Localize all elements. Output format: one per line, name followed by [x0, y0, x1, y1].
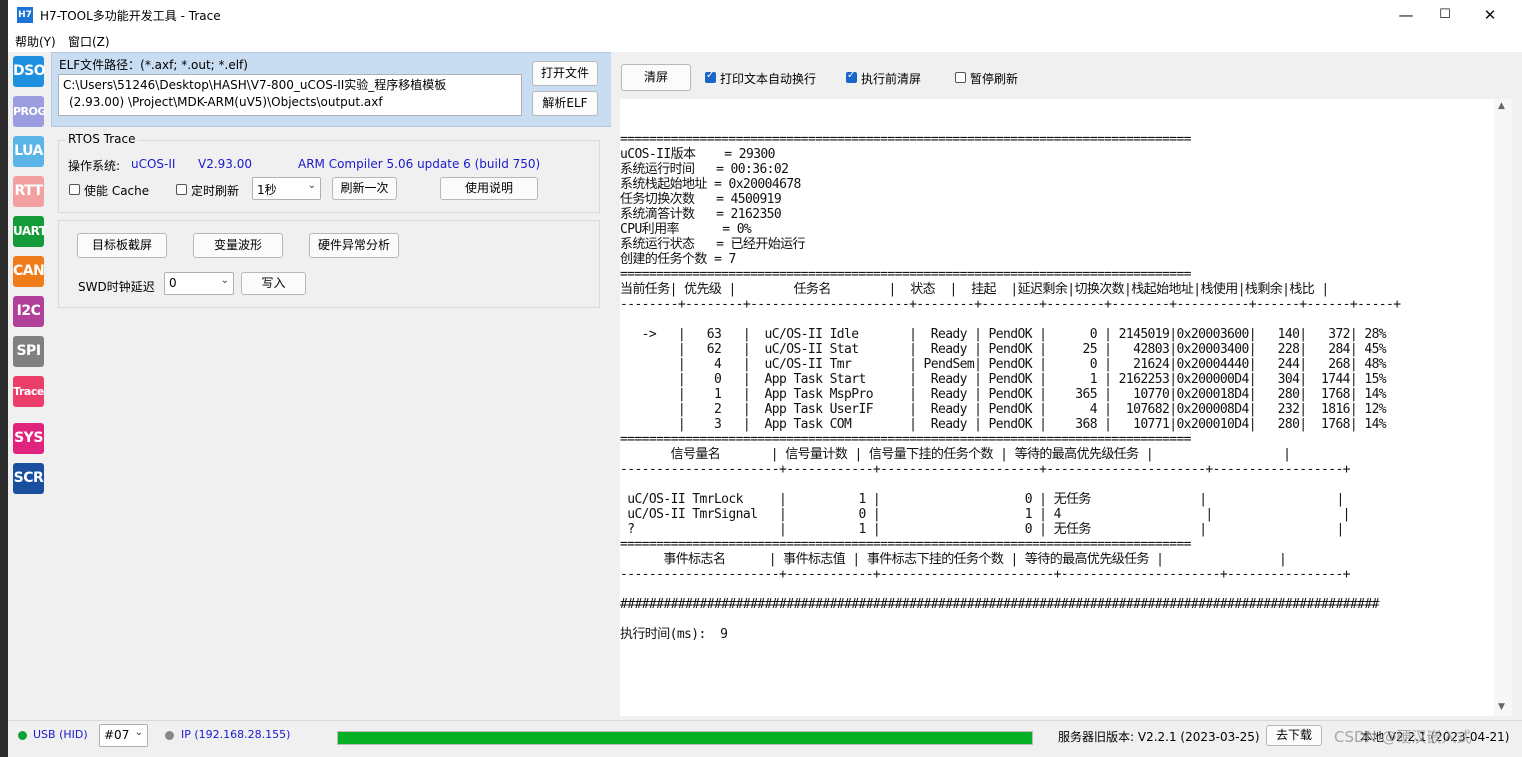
- os-name: uCOS-II: [131, 157, 176, 171]
- sidebar-trace-button[interactable]: Trace: [13, 376, 44, 407]
- parse-elf-button[interactable]: 解析ELF: [532, 91, 598, 116]
- timer-refresh-label: 定时刷新: [191, 184, 240, 198]
- window-title: H7-TOOL多功能开发工具 - Trace: [40, 9, 221, 23]
- menu-window[interactable]: 窗口(Z): [68, 33, 110, 50]
- elf-path-line2: (2.93.00) \Project\MDK-ARM(uV5)\Objects\…: [69, 95, 383, 109]
- usb-status-label: USB (HID): [33, 728, 88, 741]
- sidebar-dso-button[interactable]: DSO: [13, 56, 46, 87]
- progress-fill: [338, 732, 1032, 744]
- app-window: H7 H7-TOOL多功能开发工具 - Trace — ☐ ✕ 帮助(Y) 窗口…: [8, 0, 1522, 757]
- progress-bar: [337, 731, 1033, 745]
- variable-waveform-button[interactable]: 变量波形: [193, 233, 283, 258]
- sidebar-spi-button[interactable]: SPI: [13, 336, 44, 367]
- trace-output-text: ========================================…: [620, 132, 1401, 642]
- refresh-interval-value: 1秒: [257, 183, 277, 197]
- download-button[interactable]: 去下载: [1266, 725, 1322, 746]
- chevron-down-icon: ⌄: [307, 180, 316, 191]
- scroll-down-icon[interactable]: ▼: [1498, 702, 1505, 712]
- elf-file-section: ELF文件路径：(*.axf; *.out; *.elf) C:\Users\5…: [51, 52, 612, 127]
- elf-path-line1: C:\Users\51246\Desktop\HASH\V7-800_uCOS-…: [63, 78, 447, 92]
- app-logo-icon: H7: [17, 7, 33, 23]
- sidebar-prog-button[interactable]: PROG: [13, 96, 46, 127]
- sidebar-lua-button[interactable]: LUA: [13, 136, 44, 167]
- ip-status-label: IP (192.168.28.155): [181, 728, 291, 741]
- usb-status-icon: [18, 731, 27, 740]
- server-version-label: 服务器旧版本: V2.2.1 (2023-03-25): [1058, 730, 1260, 744]
- pause-refresh-label: 暂停刷新: [970, 72, 1019, 86]
- scroll-up-icon[interactable]: ▲: [1498, 101, 1505, 111]
- clear-before-checkbox[interactable]: [846, 70, 857, 83]
- clear-before-label: 执行前清屏: [861, 72, 922, 86]
- menu-bar: 帮助(Y) 窗口(Z): [8, 30, 1522, 53]
- cache-label: 使能 Cache: [84, 184, 150, 198]
- menu-help[interactable]: 帮助(Y): [15, 33, 56, 50]
- elf-path-field[interactable]: C:\Users\51246\Desktop\HASH\V7-800_uCOS-…: [58, 74, 522, 116]
- hardfault-analysis-button[interactable]: 硬件异常分析: [309, 233, 399, 258]
- rtos-trace-title: RTOS Trace: [65, 132, 139, 146]
- sidebar-scr-button[interactable]: SCR: [13, 463, 44, 494]
- pause-refresh-checkbox[interactable]: [955, 72, 966, 83]
- timer-refresh-checkbox[interactable]: [176, 184, 187, 195]
- target-screenshot-button[interactable]: 目标板截屏: [77, 233, 167, 258]
- sidebar-uart-button[interactable]: UART: [13, 216, 47, 247]
- maximize-button[interactable]: ☐: [1422, 0, 1468, 30]
- swd-delay-label: SWD时钟延迟: [78, 280, 155, 294]
- tools-group: 目标板截屏 变量波形 硬件异常分析 SWD时钟延迟 0 ⌄ 写入: [58, 220, 600, 308]
- chevron-down-icon: ⌄: [220, 275, 229, 286]
- swd-delay-value: 0: [169, 276, 177, 290]
- sidebar-can-button[interactable]: CAN: [13, 256, 45, 287]
- sidebar-sys-button[interactable]: SYS: [13, 423, 44, 454]
- elf-path-label: ELF文件路径：(*.axf; *.out; *.elf): [59, 58, 248, 72]
- chevron-down-icon: ⌄: [134, 727, 143, 738]
- title-bar: H7 H7-TOOL多功能开发工具 - Trace — ☐ ✕: [8, 0, 1522, 30]
- sidebar-rtt-button[interactable]: RTT: [13, 176, 44, 207]
- status-bar: USB (HID) #07 ⌄ IP (192.168.28.155) 服务器旧…: [8, 720, 1522, 750]
- refresh-interval-select[interactable]: 1秒 ⌄: [252, 177, 321, 200]
- auto-wrap-label: 打印文本自动换行: [720, 72, 817, 86]
- device-value: #07: [104, 728, 130, 742]
- rtos-trace-group: RTOS Trace 操作系统: uCOS-II V2.93.00 ARM Co…: [58, 132, 600, 213]
- open-file-button[interactable]: 打开文件: [532, 61, 598, 86]
- vertical-scrollbar[interactable]: ▲ ▼: [1494, 99, 1512, 716]
- tool-sidebar: DSO PROG LUA RTT UART CAN I2C SPI Trace …: [8, 52, 50, 720]
- sidebar-i2c-button[interactable]: I2C: [13, 296, 44, 327]
- device-select[interactable]: #07 ⌄: [99, 724, 148, 747]
- clear-screen-button[interactable]: 清屏: [621, 64, 691, 91]
- os-label: 操作系统:: [68, 159, 121, 173]
- swd-delay-select[interactable]: 0 ⌄: [164, 272, 234, 295]
- compiler-info: ARM Compiler 5.06 update 6 (build 750): [298, 157, 541, 171]
- left-panel: ELF文件路径：(*.axf; *.out; *.elf) C:\Users\5…: [50, 52, 612, 720]
- swd-write-button[interactable]: 写入: [241, 272, 306, 295]
- ip-status-icon: [165, 731, 174, 740]
- watermark-text: CSDN @硬汉嵌入式: [1334, 728, 1472, 746]
- close-button[interactable]: ✕: [1467, 0, 1513, 30]
- usage-help-button[interactable]: 使用说明: [440, 177, 538, 200]
- auto-wrap-checkbox[interactable]: [705, 70, 716, 83]
- cache-checkbox[interactable]: [69, 184, 80, 195]
- trace-output-area[interactable]: ========================================…: [620, 99, 1494, 716]
- refresh-once-button[interactable]: 刷新一次: [332, 177, 397, 200]
- os-version: V2.93.00: [198, 157, 253, 171]
- right-panel: 清屏 打印文本自动换行 执行前清屏 暂停刷新 =================…: [611, 52, 1522, 720]
